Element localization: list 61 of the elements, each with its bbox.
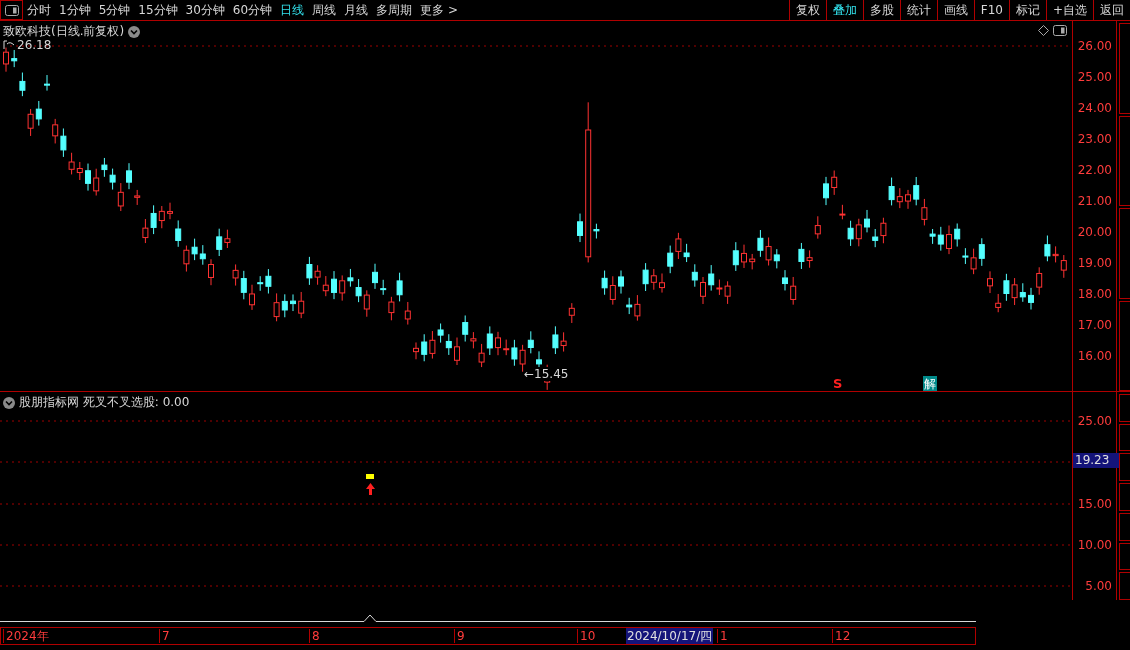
month-label: 1 bbox=[717, 629, 728, 643]
period-tab[interactable]: 多周期 bbox=[372, 0, 417, 20]
panel-icon[interactable] bbox=[1053, 25, 1067, 36]
diamond-icon[interactable] bbox=[1038, 25, 1049, 36]
period-tab[interactable]: 5分钟 bbox=[94, 0, 135, 20]
value-tick: 5.00 bbox=[1085, 579, 1112, 593]
price-tick: 17.00 bbox=[1077, 318, 1112, 332]
price-tick: 25.00 bbox=[1077, 70, 1112, 84]
sell-signal-mark: S bbox=[833, 376, 843, 391]
period-tab[interactable]: 60分钟 bbox=[228, 0, 277, 20]
month-label: 2024年 bbox=[3, 629, 49, 643]
side-tab[interactable] bbox=[1119, 208, 1130, 299]
period-tab[interactable]: 日线 bbox=[276, 0, 309, 20]
price-tick: 20.00 bbox=[1077, 225, 1112, 239]
current-value-label: 19.23 bbox=[1073, 453, 1119, 468]
period-tab[interactable]: 30分钟 bbox=[181, 0, 229, 20]
period-tab[interactable]: 15分钟 bbox=[134, 0, 182, 20]
side-tab[interactable] bbox=[1119, 115, 1130, 206]
price-tick: 24.00 bbox=[1077, 101, 1112, 115]
indicator-title: 股朋指标网 死叉不叉选股: 0.00 bbox=[19, 394, 190, 411]
cursor-date-label: 2024/10/17/四 bbox=[626, 628, 714, 644]
value-tick: 10.00 bbox=[1077, 538, 1112, 552]
month-label: 8 bbox=[309, 629, 320, 643]
period-tab[interactable]: 周线 bbox=[308, 0, 341, 20]
month-label: 12 bbox=[832, 629, 851, 643]
side-tab[interactable] bbox=[1119, 423, 1130, 452]
high-pointer-icon bbox=[3, 40, 15, 49]
side-tab[interactable] bbox=[1119, 394, 1130, 422]
chart-title: 致欧科技(日线.前复权) bbox=[3, 23, 125, 40]
price-tick: 19.00 bbox=[1077, 256, 1112, 270]
month-label: 9 bbox=[454, 629, 465, 643]
signal-bar-icon bbox=[366, 474, 374, 479]
period-tab[interactable]: 月线 bbox=[340, 0, 373, 20]
value-tick: 15.00 bbox=[1077, 497, 1112, 511]
side-tab[interactable] bbox=[1119, 542, 1130, 571]
side-tab[interactable] bbox=[1119, 512, 1130, 541]
low-price-label: ←15.45 bbox=[524, 367, 569, 381]
side-tab[interactable] bbox=[1119, 483, 1130, 511]
high-price-label: 26.18 bbox=[17, 38, 52, 52]
dropdown-icon[interactable] bbox=[128, 25, 141, 38]
dropdown-icon[interactable] bbox=[3, 396, 15, 409]
side-tab[interactable] bbox=[1119, 23, 1130, 114]
month-label: 7 bbox=[159, 629, 170, 643]
month-label: 10 bbox=[577, 629, 596, 643]
panel-icon bbox=[4, 4, 19, 16]
price-tick: 22.00 bbox=[1077, 163, 1112, 177]
unlock-signal-mark: 解 bbox=[923, 376, 937, 391]
price-tick: 18.00 bbox=[1077, 287, 1112, 301]
period-tab[interactable]: 1分钟 bbox=[55, 0, 95, 20]
arrow-up-icon bbox=[366, 483, 375, 495]
price-tick: 26.00 bbox=[1077, 39, 1112, 53]
value-tick: 25.00 bbox=[1077, 414, 1112, 428]
price-tick: 16.00 bbox=[1077, 349, 1112, 363]
side-tab[interactable] bbox=[1119, 300, 1130, 391]
price-tick: 21.00 bbox=[1077, 194, 1112, 208]
period-tab[interactable]: 分时 bbox=[23, 0, 55, 20]
panel-toggle-button[interactable] bbox=[0, 0, 23, 20]
price-tick: 23.00 bbox=[1077, 132, 1112, 146]
side-tab[interactable] bbox=[1119, 572, 1130, 601]
period-tab[interactable]: 更多 > bbox=[416, 0, 462, 20]
side-tab[interactable] bbox=[1119, 453, 1130, 482]
